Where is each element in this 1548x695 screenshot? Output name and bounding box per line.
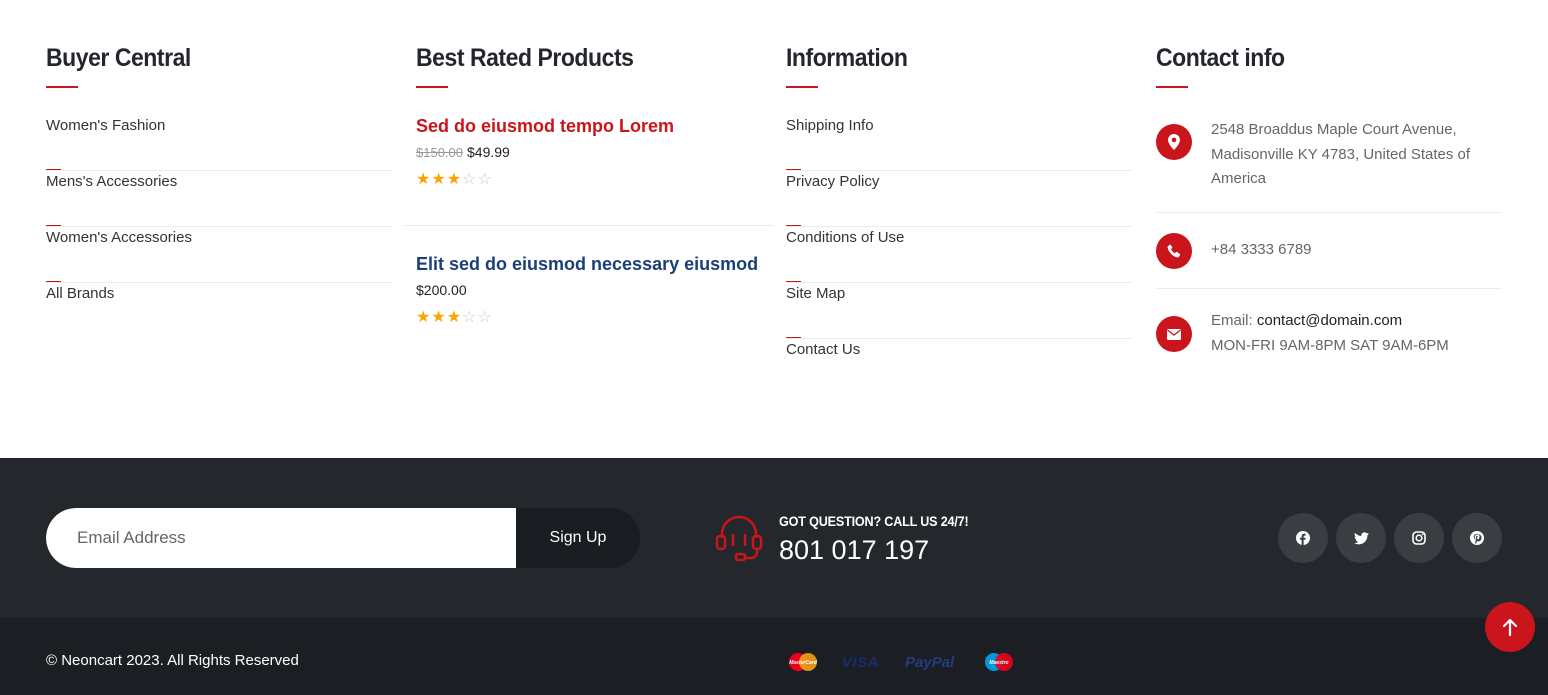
- best-rated-title: Best Rated Products: [416, 44, 634, 72]
- paypal-icon: PayPal: [905, 650, 954, 674]
- list-item: Conditions of Use: [786, 227, 1132, 283]
- product-price: $150.00 $49.99: [416, 144, 762, 160]
- buyer-central-title: Buyer Central: [46, 44, 191, 72]
- link-contact-us[interactable]: Contact Us: [786, 339, 1132, 360]
- contact-address: 2548 Broaddus Maple Court Avenue, Madiso…: [1156, 117, 1502, 213]
- buyer-central-links: Women's Fashion Mens's Accessories Women…: [46, 115, 392, 339]
- support-phone[interactable]: 801 017 197: [779, 535, 929, 566]
- information-column: Information Shipping Info Privacy Policy…: [786, 40, 1132, 395]
- link-shipping-info[interactable]: Shipping Info: [786, 115, 1132, 136]
- arrow-up-icon: [1502, 618, 1518, 636]
- divider: [404, 225, 774, 226]
- buyer-central-column: Buyer Central Women's Fashion Mens's Acc…: [46, 40, 392, 339]
- newsletter-form: Sign Up: [46, 508, 640, 568]
- instagram-icon[interactable]: [1394, 513, 1444, 563]
- link-mens-accessories[interactable]: Mens's Accessories: [46, 171, 392, 192]
- information-title: Information: [786, 44, 908, 72]
- contact-column: Contact info 2548 Broaddus Maple Court A…: [1156, 40, 1502, 369]
- list-item: All Brands: [46, 283, 392, 339]
- sign-up-button[interactable]: Sign Up: [516, 508, 640, 568]
- product-item: Elit sed do eiusmod necessary eiusmod $2…: [416, 255, 762, 326]
- product-price: $200.00: [416, 282, 762, 298]
- old-price: $150.00: [416, 145, 463, 160]
- product-title[interactable]: Elit sed do eiusmod necessary eiusmod: [416, 255, 762, 273]
- copyright-text: © Neoncart 2023. All Rights Reserved: [46, 652, 299, 669]
- title-underline: [1156, 86, 1188, 88]
- current-price: $200.00: [416, 282, 467, 298]
- title-underline: [416, 86, 448, 88]
- list-item: Contact Us: [786, 339, 1132, 395]
- back-to-top-button[interactable]: [1485, 602, 1535, 652]
- address-text: 2548 Broaddus Maple Court Avenue, Madiso…: [1211, 121, 1471, 187]
- email-label: Email:: [1211, 312, 1253, 329]
- star-icon: ★★★: [416, 309, 463, 326]
- headset-icon: [715, 515, 763, 562]
- list-item: Women's Accessories: [46, 227, 392, 283]
- contact-email: Email: contact@domain.com MON-FRI 9AM-8P…: [1156, 289, 1502, 369]
- pinterest-icon[interactable]: [1452, 513, 1502, 563]
- rating-stars: ★★★☆☆: [416, 310, 762, 326]
- paypal-label: PayPal: [905, 653, 955, 671]
- location-pin-icon: [1156, 124, 1192, 160]
- best-rated-column: Best Rated Products Sed do eiusmod tempo…: [404, 40, 774, 326]
- email-text: Email: contact@domain.com MON-FRI 9AM-8P…: [1211, 309, 1502, 358]
- mastercard-icon: MasterCard: [786, 650, 820, 674]
- maestro-label: Maestro: [989, 660, 1008, 666]
- visa-label: VISA: [842, 653, 880, 671]
- contact-title: Contact info: [1156, 44, 1285, 72]
- current-price: $49.99: [467, 144, 510, 160]
- product-item: Sed do eiusmod tempo Lorem $150.00 $49.99…: [416, 117, 762, 188]
- title-underline: [46, 86, 78, 88]
- star-empty-icon: ☆☆: [462, 309, 493, 326]
- contact-phone: +84 3333 6789: [1156, 213, 1502, 289]
- phone-text: +84 3333 6789: [1211, 241, 1312, 258]
- link-conditions-of-use[interactable]: Conditions of Use: [786, 227, 1132, 248]
- information-links: Shipping Info Privacy Policy Conditions …: [786, 115, 1132, 395]
- maestro-icon: Maestro: [982, 650, 1016, 674]
- envelope-icon: [1156, 316, 1192, 352]
- email-link[interactable]: contact@domain.com: [1257, 312, 1402, 329]
- social-links: [1278, 513, 1502, 563]
- star-empty-icon: ☆☆: [462, 171, 493, 188]
- link-womens-fashion[interactable]: Women's Fashion: [46, 115, 392, 136]
- twitter-icon[interactable]: [1336, 513, 1386, 563]
- newsletter-band: Sign Up GOT QUESTION? CALL US 24/7! 801 …: [0, 458, 1548, 618]
- list-item: Mens's Accessories: [46, 171, 392, 227]
- email-input[interactable]: [46, 508, 516, 568]
- link-privacy-policy[interactable]: Privacy Policy: [786, 171, 1132, 192]
- link-womens-accessories[interactable]: Women's Accessories: [46, 227, 392, 248]
- visa-icon: VISA: [842, 650, 879, 674]
- opening-hours: MON-FRI 9AM-8PM SAT 9AM-6PM: [1211, 336, 1449, 354]
- link-site-map[interactable]: Site Map: [786, 283, 1132, 304]
- list-item: Privacy Policy: [786, 171, 1132, 227]
- list-item: Shipping Info: [786, 115, 1132, 171]
- mastercard-label: MasterCard: [789, 660, 817, 666]
- star-icon: ★★★: [416, 171, 463, 188]
- footer-widgets: Buyer Central Women's Fashion Mens's Acc…: [0, 0, 1548, 458]
- link-all-brands[interactable]: All Brands: [46, 283, 392, 304]
- list-item: Site Map: [786, 283, 1132, 339]
- support-title: GOT QUESTION? CALL US 24/7!: [779, 513, 969, 529]
- title-underline: [786, 86, 818, 88]
- phone-icon: [1156, 233, 1192, 269]
- facebook-icon[interactable]: [1278, 513, 1328, 563]
- rating-stars: ★★★☆☆: [416, 172, 762, 188]
- product-title[interactable]: Sed do eiusmod tempo Lorem: [416, 117, 762, 135]
- bottom-bar: © Neoncart 2023. All Rights Reserved Mas…: [0, 618, 1548, 695]
- list-item: Women's Fashion: [46, 115, 392, 171]
